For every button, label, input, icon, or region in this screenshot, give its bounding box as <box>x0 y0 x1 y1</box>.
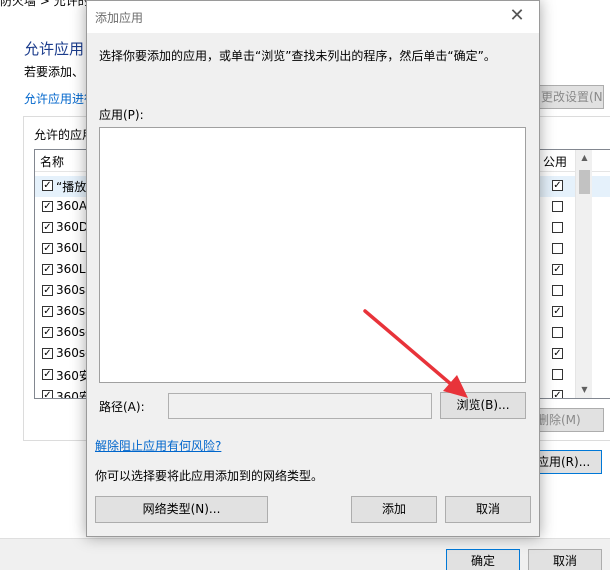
row-public-checkbox[interactable] <box>552 327 563 338</box>
row-public-checkbox[interactable] <box>552 201 563 212</box>
row-checkbox[interactable]: ✓ <box>42 390 53 398</box>
apps-label: 应用(P): <box>99 108 144 122</box>
row-checkbox[interactable]: ✓ <box>42 243 53 254</box>
scroll-down-icon[interactable]: ▼ <box>576 382 593 398</box>
row-checkbox[interactable]: ✓ <box>42 285 53 296</box>
row-public-checkbox[interactable]: ✓ <box>552 390 563 398</box>
row-public-checkbox[interactable]: ✓ <box>552 264 563 275</box>
screen: 防火墙 > 允许的应用 允许应用 若要添加、 允许应用进行 更改设置(N) 允许… <box>0 0 610 570</box>
ok-button[interactable]: 确定 <box>446 549 520 570</box>
path-label: 路径(A): <box>99 400 145 414</box>
row-public-checkbox[interactable]: ✓ <box>552 306 563 317</box>
row-checkbox[interactable]: ✓ <box>42 327 53 338</box>
row-checkbox[interactable]: ✓ <box>42 222 53 233</box>
row-checkbox[interactable]: ✓ <box>42 369 53 380</box>
row-public-checkbox[interactable]: ✓ <box>552 348 563 359</box>
dialog-titlebar[interactable]: 添加应用 ✕ <box>87 1 539 33</box>
row-checkbox[interactable]: ✓ <box>42 348 53 359</box>
dialog-cancel-button[interactable]: 取消 <box>445 496 531 523</box>
add-button[interactable]: 添加 <box>351 496 437 523</box>
dialog-title: 添加应用 <box>95 11 144 25</box>
background-subtitle: 若要添加、 <box>24 65 85 79</box>
row-public-checkbox[interactable]: ✓ <box>552 180 563 191</box>
path-input[interactable] <box>168 393 432 419</box>
row-public-checkbox[interactable] <box>552 243 563 254</box>
row-public-checkbox[interactable] <box>552 222 563 233</box>
scroll-thumb[interactable] <box>579 170 590 194</box>
column-public-header[interactable]: 公用 <box>543 153 567 170</box>
background-cancel-button[interactable]: 取消 <box>528 549 602 570</box>
row-checkbox[interactable]: ✓ <box>42 264 53 275</box>
close-icon[interactable]: ✕ <box>495 1 539 33</box>
add-app-dialog: 添加应用 ✕ 选择你要添加的应用，或单击“浏览”查找未列出的程序，然后单击“确定… <box>86 0 540 537</box>
network-type-text: 你可以选择要将此应用添加到的网络类型。 <box>95 469 324 483</box>
row-checkbox[interactable]: ✓ <box>42 201 53 212</box>
list-scrollbar[interactable]: ▲ ▼ <box>575 150 592 398</box>
row-public-checkbox[interactable] <box>552 369 563 380</box>
background-heading: 允许应用 <box>24 40 85 58</box>
allowed-apps-group-title: 允许的应用 <box>34 128 95 142</box>
row-public-checkbox[interactable] <box>552 285 563 296</box>
browse-button[interactable]: 浏览(B)... <box>440 392 526 419</box>
column-name-header[interactable]: 名称 <box>40 153 64 170</box>
row-checkbox[interactable]: ✓ <box>42 180 53 191</box>
network-types-button[interactable]: 网络类型(N)... <box>95 496 268 523</box>
risk-info-link[interactable]: 解除阻止应用有何风险? <box>95 437 221 454</box>
dialog-instruction: 选择你要添加的应用，或单击“浏览”查找未列出的程序，然后单击“确定”。 <box>99 49 496 63</box>
row-checkbox[interactable]: ✓ <box>42 306 53 317</box>
scroll-up-icon[interactable]: ▲ <box>576 150 593 166</box>
apps-list[interactable] <box>99 127 526 383</box>
